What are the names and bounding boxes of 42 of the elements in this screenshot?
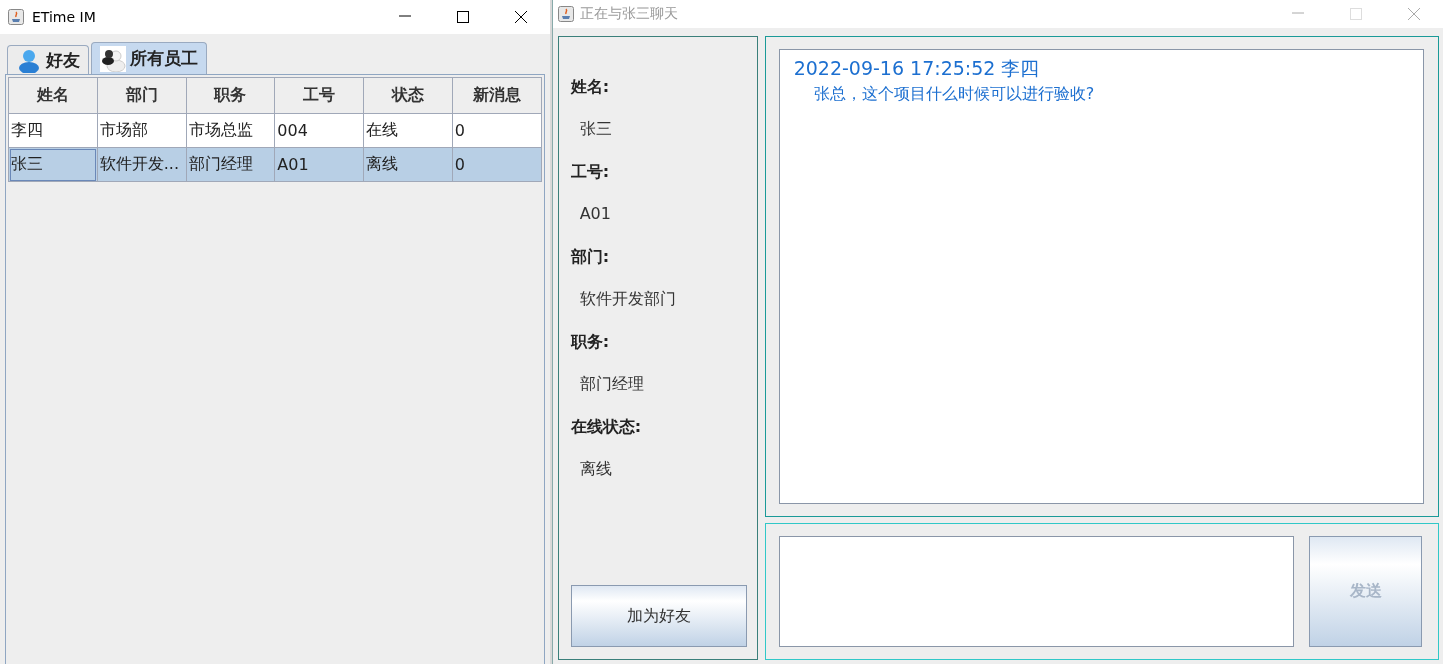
field-label: 职务: — [570, 332, 611, 353]
table-cell[interactable]: A01 — [274, 147, 364, 182]
field-value: A01 — [578, 204, 612, 225]
person-icon — [16, 47, 42, 73]
column-header[interactable]: 新消息 — [452, 77, 542, 114]
table-cell[interactable]: 在线 — [363, 113, 453, 148]
tab[interactable]: 好友 — [7, 45, 89, 74]
field-label: 部门: — [570, 247, 611, 268]
field-value: 张三 — [578, 119, 613, 140]
table-cell[interactable]: 市场部 — [97, 113, 187, 148]
window-title: 正在与张三聊天 — [579, 5, 679, 23]
message-input[interactable] — [778, 536, 1294, 647]
table-cell[interactable]: 0 — [452, 147, 542, 182]
field-value: 软件开发部门 — [578, 289, 677, 310]
table-cell[interactable]: 软件开发... — [97, 147, 187, 182]
tab[interactable]: 所有员工 — [91, 42, 207, 74]
column-header[interactable]: 工号 — [274, 77, 364, 114]
message-text: 张总，这个项目什么时候可以进行验收? — [812, 84, 1096, 105]
column-header[interactable]: 姓名 — [8, 77, 98, 114]
table-cell[interactable]: 004 — [274, 113, 364, 148]
message-header: 2022-09-16 17:25:52 李四 — [793, 56, 1041, 81]
table-cell[interactable]: 李四 — [8, 113, 98, 148]
field-value: 部门经理 — [578, 374, 645, 395]
add-friend-button[interactable]: 加为好友 — [570, 585, 747, 647]
column-header[interactable]: 职务 — [186, 77, 275, 114]
field-label: 在线状态: — [570, 417, 643, 438]
column-header[interactable]: 状态 — [363, 77, 453, 114]
table-cell[interactable]: 离线 — [363, 147, 453, 182]
table-cell[interactable]: 0 — [452, 113, 542, 148]
app-icon — [8, 9, 24, 25]
table-cell[interactable]: 部门经理 — [186, 147, 275, 182]
maximize-icon[interactable] — [455, 10, 470, 24]
table-cell[interactable]: 张三 — [8, 147, 98, 182]
app-icon — [557, 6, 574, 22]
field-value: 离线 — [578, 459, 613, 480]
table-cell[interactable]: 市场总监 — [186, 113, 275, 148]
window-title: ETime IM — [32, 9, 97, 25]
people-icon — [100, 45, 126, 72]
field-label: 姓名: — [570, 77, 611, 98]
close-icon[interactable] — [513, 10, 528, 24]
field-label: 工号: — [570, 162, 611, 183]
column-header[interactable]: 部门 — [97, 77, 187, 114]
